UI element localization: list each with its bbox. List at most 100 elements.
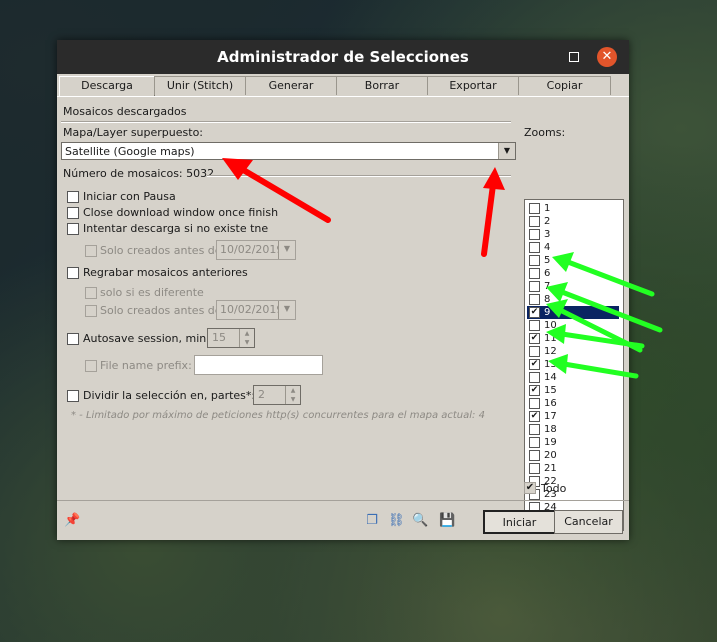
zoom-item[interactable]: 7 [527,280,619,293]
title-bar[interactable]: Administrador de Selecciones ✕ [57,40,629,74]
date-picker-1[interactable]: 10/02/2019 ▼ [216,240,296,260]
zoom-checkbox[interactable] [529,346,540,357]
cancel-button[interactable]: Cancelar [554,510,623,534]
rerecord-checkbox[interactable] [67,267,79,279]
split-checkbox[interactable] [67,390,79,402]
tab-descarga[interactable]: Descarga [59,76,155,97]
tab-unir[interactable]: Unir (Stitch) [154,76,246,95]
copy-icon[interactable]: ❐ [364,513,380,529]
spinner-arrows-icon[interactable]: ▲ ▼ [285,386,300,404]
zoom-item[interactable]: 20 [527,449,619,462]
zoom-icon[interactable]: 🔍 [412,513,428,529]
layer-label: Mapa/Layer superpuesto: [63,126,204,139]
date-picker-2[interactable]: 10/02/2019 ▼ [216,300,296,320]
zoom-item[interactable]: 16 [527,397,619,410]
pin-icon[interactable]: 📌 [64,513,80,529]
zoom-checkbox[interactable] [529,294,540,305]
zoom-item[interactable]: 14 [527,371,619,384]
zoom-item[interactable]: 2 [527,215,619,228]
zoom-checkbox[interactable] [529,372,540,383]
zoom-item[interactable]: 4 [527,241,619,254]
zoom-item[interactable]: 5 [527,254,619,267]
save-icon[interactable]: 💾 [439,513,455,529]
close-on-finish-checkbox[interactable] [67,207,79,219]
start-button[interactable]: Iniciar [483,510,556,534]
zoom-checkbox[interactable] [529,398,540,409]
zoom-item[interactable]: 8 [527,293,619,306]
only-created-before-label: Solo creados antes de [100,244,222,257]
all-zooms-checkbox[interactable]: ✔ [524,482,536,494]
file-prefix-input[interactable] [194,355,323,375]
only-if-different-label: solo si es diferente [100,286,204,299]
zoom-checkbox[interactable] [529,437,540,448]
zoom-checkbox[interactable]: ✔ [529,307,540,318]
zoom-item[interactable]: 6 [527,267,619,280]
only-created-before-checkbox[interactable] [85,245,97,257]
zoom-checkbox[interactable]: ✔ [529,411,540,422]
zoom-item[interactable]: 10 [527,319,619,332]
zoom-checkbox[interactable] [529,255,540,266]
zoom-checkbox[interactable] [529,229,540,240]
zoom-checkbox[interactable] [529,216,540,227]
zoom-checkbox[interactable] [529,463,540,474]
zoom-label: 5 [544,255,551,266]
zoom-item[interactable]: 21 [527,462,619,475]
zoom-checkbox[interactable] [529,424,540,435]
zoom-checkbox[interactable] [529,242,540,253]
zoom-item[interactable]: 12 [527,345,619,358]
zoom-checkbox[interactable] [529,320,540,331]
zoom-list[interactable]: 1 2 3 4 5 6 7 8 ✔ 9 10 ✔ 11 12 ✔ 13 14 ✔ 15 16 ✔ 17 18 19 20 21 22… [524,199,624,531]
zoom-checkbox[interactable]: ✔ [529,359,540,370]
zoom-label: 19 [544,437,557,448]
rerecord-label: Regrabar mosaicos anteriores [83,266,248,279]
autosave-value: 15 [212,331,226,344]
zoom-checkbox[interactable] [529,281,540,292]
start-paused-label: Iniciar con Pausa [83,190,176,203]
all-zooms-label: Todo [541,482,567,495]
divider [207,175,511,177]
zoom-label: 2 [544,216,551,227]
only-created-before-2-checkbox[interactable] [85,305,97,317]
tab-copiar[interactable]: Copiar [518,76,611,95]
close-button[interactable]: ✕ [597,47,617,67]
only-if-different-checkbox[interactable] [85,287,97,299]
zoom-label: 8 [544,294,551,305]
zoom-item[interactable]: 19 [527,436,619,449]
zoom-checkbox[interactable] [529,268,540,279]
zoom-item[interactable]: 1 [527,202,619,215]
spinner-arrows-icon[interactable]: ▲ ▼ [239,329,254,347]
tab-bar: Descarga Unir (Stitch) Generar Borrar Ex… [57,76,629,97]
zoom-label: 18 [544,424,557,435]
chevron-down-icon[interactable]: ▼ [278,241,295,259]
file-prefix-checkbox[interactable] [85,360,97,372]
start-paused-checkbox[interactable] [67,191,79,203]
autosave-checkbox[interactable] [67,333,79,345]
maximize-button[interactable] [569,52,579,62]
link-icon[interactable]: ⛓ [388,513,405,529]
zoom-checkbox[interactable]: ✔ [529,333,540,344]
zoom-label: 16 [544,398,557,409]
split-value: 2 [258,388,265,401]
zoom-checkbox[interactable] [529,203,540,214]
zoom-item[interactable]: ✔ 17 [527,410,619,423]
tab-exportar[interactable]: Exportar [427,76,519,95]
autosave-label: Autosave session, min: [83,332,210,345]
zoom-checkbox[interactable]: ✔ [529,385,540,396]
split-spinner[interactable]: 2 ▲ ▼ [253,385,301,405]
zoom-item[interactable]: ✔ 9 [527,306,619,319]
zoom-label: 21 [544,463,557,474]
tab-borrar[interactable]: Borrar [336,76,428,95]
zoom-item[interactable]: 3 [527,228,619,241]
retry-missing-checkbox[interactable] [67,223,79,235]
layer-select[interactable]: Satellite (Google maps) ▼ [61,142,516,160]
zoom-item[interactable]: ✔ 11 [527,332,619,345]
chevron-down-icon[interactable]: ▼ [498,143,515,159]
zoom-item[interactable]: ✔ 13 [527,358,619,371]
zoom-checkbox[interactable] [529,450,540,461]
zoom-item[interactable]: ✔ 15 [527,384,619,397]
chevron-down-icon[interactable]: ▼ [278,301,295,319]
zoom-label: 9 [544,307,551,318]
autosave-spinner[interactable]: 15 ▲ ▼ [207,328,255,348]
tab-generar[interactable]: Generar [245,76,337,95]
zoom-item[interactable]: 18 [527,423,619,436]
